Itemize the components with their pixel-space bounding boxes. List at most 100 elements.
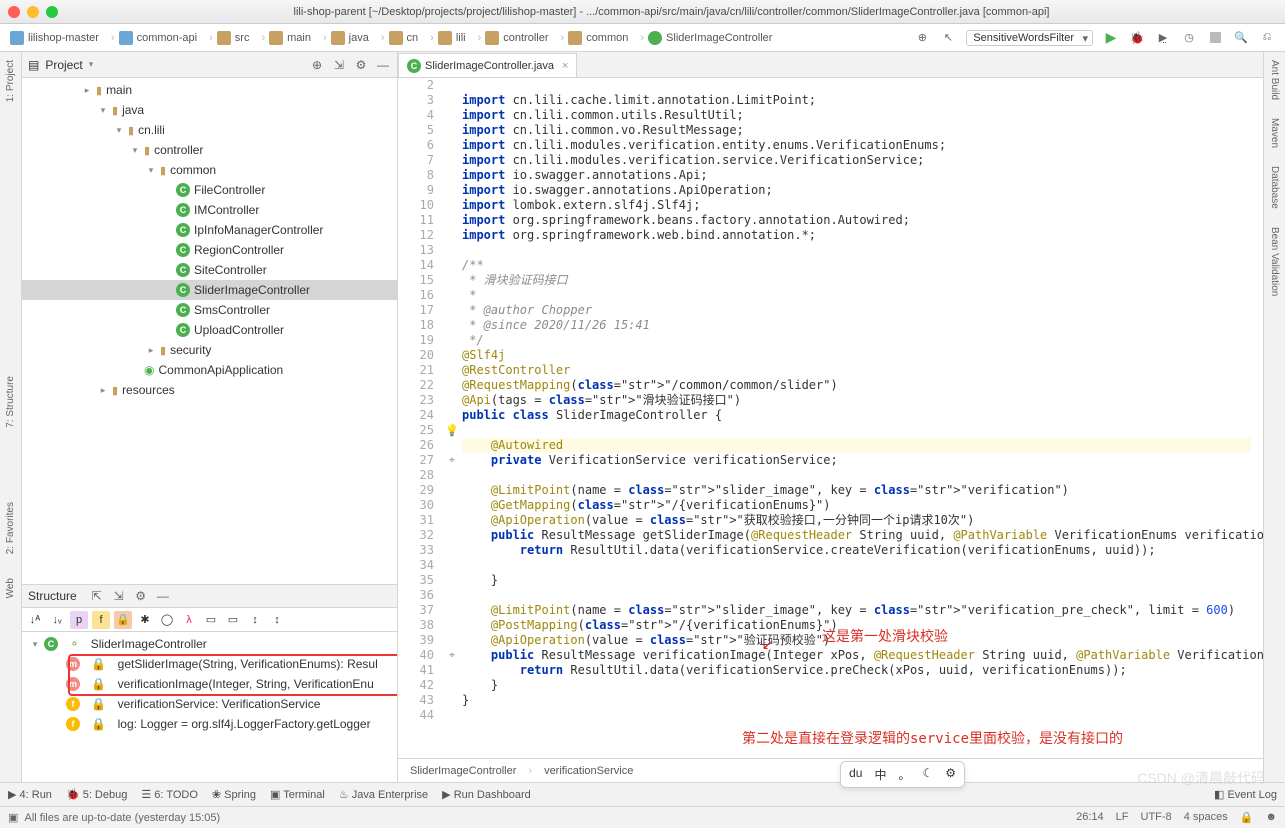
hector-icon[interactable]: ☻ <box>1265 811 1277 824</box>
tab-ant[interactable]: Ant Build <box>1267 56 1282 104</box>
tree-node[interactable]: ▸▮main <box>22 80 397 100</box>
ime-zh[interactable]: 中 <box>874 766 886 783</box>
tab-structure[interactable]: 7: Structure <box>3 372 18 432</box>
structure-tree[interactable]: ▾C ⚬ SliderImageControllerm 🔒 getSliderI… <box>22 632 397 782</box>
indent[interactable]: 4 spaces <box>1184 811 1228 824</box>
tree-node[interactable]: ▾▮cn.lili <box>22 120 397 140</box>
ime-moon-icon[interactable]: ☾ <box>922 766 933 783</box>
breadcrumb-item[interactable]: ›java <box>317 31 375 45</box>
ime-floatbar[interactable]: du 中 。 ☾ ⚙ <box>840 761 965 788</box>
sort-vis-icon[interactable]: ↓ᵥ <box>48 611 66 629</box>
ime-du[interactable]: du <box>849 766 862 783</box>
tree-node[interactable]: ▾▮java <box>22 100 397 120</box>
zoom-icon[interactable] <box>46 6 58 18</box>
tab-bean[interactable]: Bean Validation <box>1267 223 1282 300</box>
coverage-icon[interactable]: ▶̤ <box>1155 30 1171 46</box>
terminal-tool[interactable]: ▣ Terminal <box>270 788 325 801</box>
autoscroll2-icon[interactable]: ↕ <box>268 611 286 629</box>
javaee-tool[interactable]: ♨ Java Enterprise <box>339 788 428 801</box>
structure-root[interactable]: ▾C ⚬ SliderImageController <box>22 634 397 654</box>
tree-node[interactable]: ◉CommonApiApplication <box>22 360 397 380</box>
back-icon[interactable]: ↖ <box>940 30 956 46</box>
tree-node[interactable]: ▸▮resources <box>22 380 397 400</box>
spring-tool[interactable]: ❀ Spring <box>212 788 256 801</box>
tab-database[interactable]: Database <box>1267 162 1282 213</box>
tree-node[interactable]: CIMController <box>22 200 397 220</box>
breadcrumb-item[interactable]: ›cn <box>375 31 424 45</box>
caret-pos[interactable]: 26:14 <box>1076 811 1104 824</box>
window-tool-icon[interactable]: ▣ <box>8 811 18 824</box>
tree-node[interactable]: CRegionController <box>22 240 397 260</box>
minimize-icon[interactable] <box>27 6 39 18</box>
scroll-from-source-icon[interactable]: ⊕ <box>309 57 325 73</box>
debug-tool[interactable]: 🐞 5: Debug <box>66 788 127 801</box>
tab-project[interactable]: 1: Project <box>3 56 18 106</box>
breadcrumb-item[interactable]: ›src <box>203 31 255 45</box>
breadcrumb-item[interactable]: lilishop-master <box>4 31 105 45</box>
gear-icon[interactable]: ⚙ <box>133 588 149 604</box>
tree-node[interactable]: CSliderImageController <box>22 280 397 300</box>
run-tool[interactable]: ▶ 4: Run <box>8 788 52 801</box>
tab-web[interactable]: Web <box>3 574 18 602</box>
structure-item[interactable]: m 🔒 getSliderImage(String, VerificationE… <box>22 654 397 674</box>
tree-node[interactable]: ▾▮common <box>22 160 397 180</box>
tree-node[interactable]: CFileController <box>22 180 397 200</box>
tree-node[interactable]: CUploadController <box>22 320 397 340</box>
i2-icon[interactable]: ▭ <box>224 611 242 629</box>
close-tab-icon[interactable]: × <box>562 60 568 72</box>
hide-icon[interactable]: — <box>375 57 391 73</box>
lock-icon[interactable]: 🔒 <box>1240 811 1254 824</box>
gear-icon[interactable]: ⚙ <box>353 57 369 73</box>
run-icon[interactable]: ▶ <box>1103 30 1119 46</box>
tree-node[interactable]: ▾▮controller <box>22 140 397 160</box>
tree-node[interactable]: ▸▮security <box>22 340 397 360</box>
code-editor[interactable]: 2345678910111213141516171819202122232425… <box>398 78 1263 758</box>
show-props-icon[interactable]: p <box>70 611 88 629</box>
profile-icon[interactable]: ◷ <box>1181 30 1197 46</box>
close-icon[interactable] <box>8 6 20 18</box>
show-fields-icon[interactable]: f <box>92 611 110 629</box>
structure-item[interactable]: f 🔒 log: Logger = org.slf4j.LoggerFactor… <box>22 714 397 734</box>
tree-node[interactable]: CSmsController <box>22 300 397 320</box>
sort-az-icon[interactable]: ↓ᴬ <box>26 611 44 629</box>
target-icon[interactable]: ⊕ <box>914 30 930 46</box>
debug-icon[interactable]: 🐞 <box>1129 30 1145 46</box>
tab-favorites[interactable]: 2: Favorites <box>3 498 18 558</box>
breadcrumb-item[interactable]: ›common <box>555 31 635 45</box>
crumb-member[interactable]: verificationService <box>544 765 633 777</box>
breadcrumb-item[interactable]: ›lili <box>424 31 471 45</box>
collapse2-icon[interactable]: ⇲ <box>111 588 127 604</box>
collapse-icon[interactable]: ⇲ <box>331 57 347 73</box>
ime-gear-icon[interactable]: ⚙ <box>945 766 956 783</box>
todo-tool[interactable]: ☰ 6: TODO <box>141 788 198 801</box>
ime-punct[interactable]: 。 <box>898 766 910 783</box>
event-log[interactable]: ◧ Event Log <box>1214 788 1277 801</box>
hide-icon[interactable]: — <box>155 588 171 604</box>
lambda-icon[interactable]: λ <box>180 611 198 629</box>
tab-maven[interactable]: Maven <box>1267 114 1282 152</box>
search-icon[interactable]: 🔍 <box>1233 30 1249 46</box>
breadcrumb-item[interactable]: ›controller <box>472 31 555 45</box>
autoscroll-icon[interactable]: ↕ <box>246 611 264 629</box>
breadcrumb-item[interactable]: ›main <box>255 31 317 45</box>
line-sep[interactable]: LF <box>1116 811 1129 824</box>
editor-tab[interactable]: C SliderImageController.java × <box>398 53 577 77</box>
editor-breadcrumb[interactable]: SliderImageController › verificationServ… <box>398 758 1263 782</box>
crumb-class[interactable]: SliderImageController <box>410 765 516 777</box>
rundash-tool[interactable]: ▶ Run Dashboard <box>442 788 531 801</box>
structure-item[interactable]: f 🔒 verificationService: VerificationSer… <box>22 694 397 714</box>
anon-icon[interactable]: ◯ <box>158 611 176 629</box>
structure-item[interactable]: m 🔒 verificationImage(Integer, String, V… <box>22 674 397 694</box>
i1-icon[interactable]: ▭ <box>202 611 220 629</box>
tree-node[interactable]: CSiteController <box>22 260 397 280</box>
expand-icon[interactable]: ⇱ <box>89 588 105 604</box>
run-config-dropdown[interactable]: SensitiveWordsFilter <box>966 30 1093 46</box>
stop-button[interactable] <box>1207 30 1223 46</box>
breadcrumb-item[interactable]: ›common-api <box>105 31 203 45</box>
project-tree[interactable]: ▸▮main▾▮java▾▮cn.lili▾▮controller▾▮commo… <box>22 78 397 584</box>
tree-node[interactable]: CIpInfoManagerController <box>22 220 397 240</box>
vcs-icon[interactable]: ⎌ <box>1259 30 1275 46</box>
inherited-icon[interactable]: ✱ <box>136 611 154 629</box>
encoding[interactable]: UTF-8 <box>1141 811 1172 824</box>
show-nonpublic-icon[interactable]: 🔒 <box>114 611 132 629</box>
